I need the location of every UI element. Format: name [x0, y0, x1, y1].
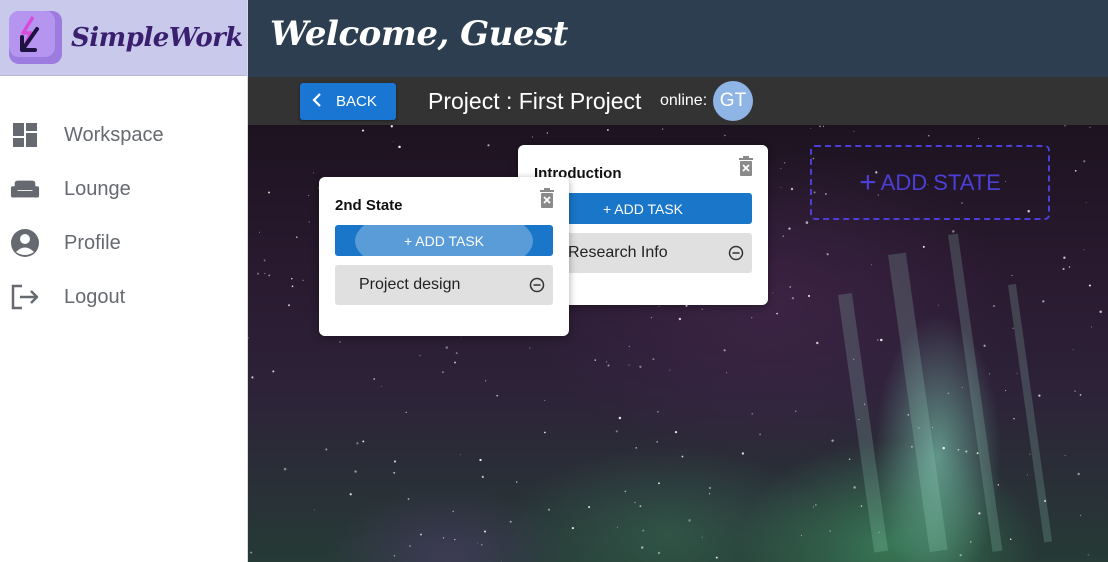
- add-task-label: + ADD TASK: [403, 232, 484, 249]
- sidebar-item-logout[interactable]: Logout: [0, 270, 247, 324]
- sidebar-item-label: Workspace: [64, 123, 164, 146]
- remove-task-icon[interactable]: [529, 277, 545, 293]
- remove-task-icon[interactable]: [728, 245, 744, 261]
- board: Introduction + ADD TASK Research Info 2n…: [248, 125, 1108, 562]
- back-button-label: BACK: [336, 93, 377, 110]
- add-task-button[interactable]: + ADD TASK: [335, 225, 553, 256]
- add-task-label: + ADD TASK: [602, 200, 683, 217]
- back-button[interactable]: BACK: [300, 83, 396, 120]
- delete-state-icon[interactable]: [738, 156, 754, 176]
- state-card[interactable]: 2nd State + ADD TASK Project design: [319, 177, 569, 336]
- sidebar-nav: Workspace Lounge Profile Logout: [0, 76, 247, 324]
- task-item[interactable]: Project design: [335, 265, 553, 305]
- sofa-icon: [10, 174, 40, 204]
- lightning-arrow-icon: [9, 11, 62, 64]
- sidebar-item-label: Profile: [64, 231, 121, 254]
- welcome-title: Welcome, Guest: [270, 14, 568, 54]
- sidebar-item-label: Logout: [64, 285, 126, 308]
- dashboard-icon: [10, 120, 40, 150]
- avatar[interactable]: GT: [713, 81, 753, 121]
- brand-name: SimpleWork: [71, 22, 243, 53]
- project-bar: BACK Project : First Project online: GT: [248, 77, 1108, 125]
- add-state-label: ADD STATE: [880, 169, 1001, 195]
- sidebar-item-workspace[interactable]: Workspace: [0, 108, 247, 162]
- sidebar: SimpleWork Workspace Lounge Profile Logo…: [0, 0, 248, 562]
- online-label: online:: [660, 92, 708, 109]
- task-label: Project design: [359, 276, 461, 293]
- brand-header[interactable]: SimpleWork: [0, 0, 247, 76]
- plus-icon: +: [859, 165, 877, 199]
- logout-icon: [10, 282, 40, 312]
- sidebar-item-profile[interactable]: Profile: [0, 216, 247, 270]
- state-title: 2nd State: [335, 197, 403, 214]
- sidebar-item-lounge[interactable]: Lounge: [0, 162, 247, 216]
- account-circle-icon: [10, 228, 40, 258]
- sidebar-item-label: Lounge: [64, 177, 131, 200]
- add-state-button[interactable]: + ADD STATE: [810, 145, 1050, 220]
- delete-state-icon[interactable]: [539, 188, 555, 208]
- chevron-left-icon: [312, 92, 322, 112]
- top-header: Welcome, Guest: [248, 0, 1108, 77]
- task-label: Research Info: [568, 244, 668, 261]
- project-title: Project : First Project: [428, 88, 642, 114]
